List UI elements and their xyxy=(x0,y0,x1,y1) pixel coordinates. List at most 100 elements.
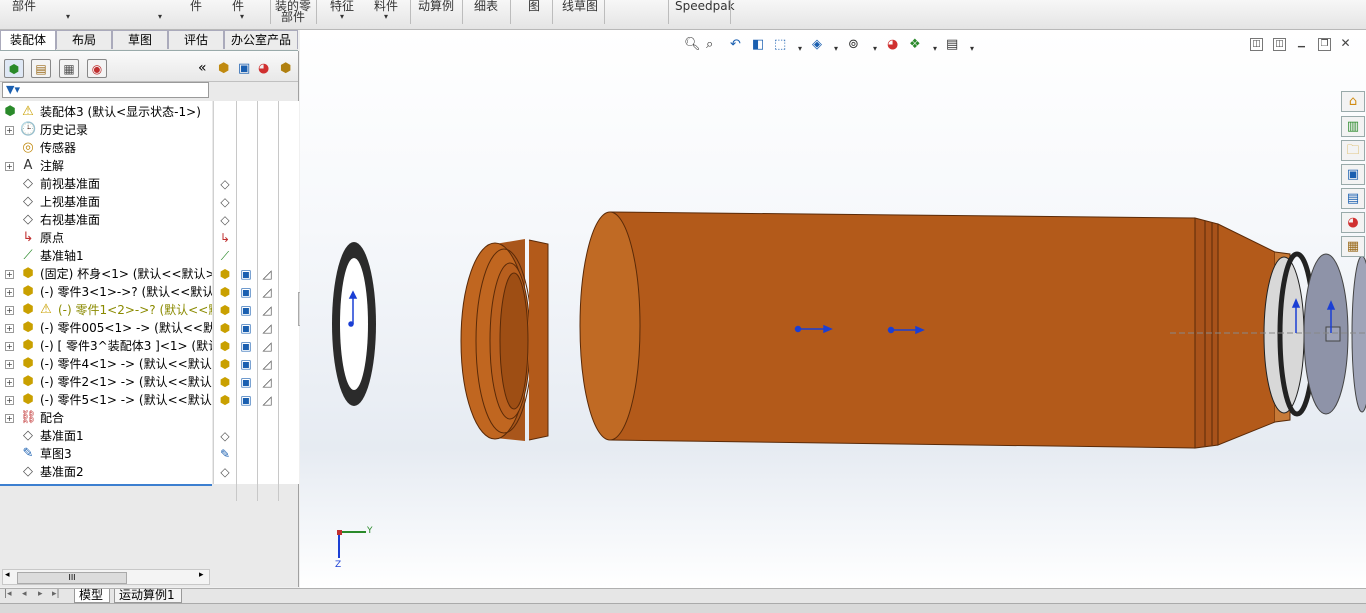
appearance-status-icon[interactable]: ◿ xyxy=(260,321,274,335)
plane-status-icon[interactable]: ◇ xyxy=(218,213,232,227)
ribbon-item-bom[interactable]: 细表 xyxy=(474,0,498,13)
display-state-icon[interactable]: ▣ xyxy=(239,375,253,389)
property-manager-icon[interactable]: ▤ xyxy=(31,59,51,78)
cube-icon[interactable]: ▣ xyxy=(238,61,250,76)
view-palette-icon[interactable]: ▣ xyxy=(1341,164,1365,185)
nav-next-icon[interactable]: ▸ xyxy=(38,589,43,599)
chevron-down-icon[interactable]: ▾ xyxy=(158,12,162,21)
expand-icon[interactable]: + xyxy=(5,378,14,387)
component-status-icon[interactable]: ⬢ xyxy=(218,321,232,335)
ribbon-item-speedpak[interactable]: Speedpak xyxy=(675,0,735,13)
appearances-scenes-icon[interactable]: ◕ xyxy=(1341,212,1365,233)
tree-item[interactable]: + ⬢ (-) 零件005<1> -> (默认<<默认 xyxy=(0,319,212,337)
expand-icon[interactable]: + xyxy=(5,414,14,423)
configuration-manager-icon[interactable]: ▦ xyxy=(59,59,79,78)
display-state-icon[interactable]: ▣ xyxy=(239,393,253,407)
appearance-status-icon[interactable]: ◿ xyxy=(260,285,274,299)
tree-item[interactable]: ⟋ 基准轴1 xyxy=(0,247,212,265)
tree-item[interactable]: + ⬢ (-) 零件4<1> -> (默认<<默认> xyxy=(0,355,212,373)
display-state-icon[interactable]: ▣ xyxy=(239,285,253,299)
display-state-icon[interactable]: ▣ xyxy=(239,303,253,317)
tab-assembly[interactable]: 装配体 xyxy=(0,30,56,50)
file-explorer-icon[interactable]: 🗀 xyxy=(1341,140,1365,161)
ribbon-item-hidden-parts-b[interactable]: 部件 xyxy=(281,11,305,24)
nav-last-icon[interactable]: ▸| xyxy=(52,589,60,599)
tree-item[interactable]: ◇ 基准面2 xyxy=(0,463,212,481)
expand-icon[interactable]: + xyxy=(5,288,14,297)
component-icon[interactable]: ⬢ xyxy=(218,61,229,76)
washer-ring[interactable] xyxy=(332,242,376,406)
appearance-status-icon[interactable]: ◿ xyxy=(260,357,274,371)
scroll-left-icon[interactable]: ◂ xyxy=(5,570,10,580)
ribbon-item-parts[interactable]: 部件 xyxy=(12,0,36,13)
plane-status-icon[interactable]: ◇ xyxy=(218,465,232,479)
chevron-down-icon[interactable]: ▾ xyxy=(340,12,344,21)
appearance-status-icon[interactable]: ◿ xyxy=(260,375,274,389)
ribbon-item-line-sketch[interactable]: 线草图 xyxy=(562,0,598,13)
assembly-model[interactable] xyxy=(300,30,1366,588)
custom-properties-icon[interactable]: ▦ xyxy=(1341,236,1365,257)
tree-filter-input[interactable]: ▼▾ xyxy=(2,82,209,98)
component-status-icon[interactable]: ⬢ xyxy=(218,339,232,353)
tab-sketch[interactable]: 草图 xyxy=(112,30,168,49)
appearance-status-icon[interactable]: ◿ xyxy=(260,303,274,317)
nav-prev-icon[interactable]: ◂ xyxy=(22,589,27,599)
tree-item[interactable]: ◎ 传感器 xyxy=(0,139,212,157)
scroll-right-icon[interactable]: ▸ xyxy=(199,570,204,580)
component-status-icon[interactable]: ⬢ xyxy=(218,375,232,389)
expand-icon[interactable]: + xyxy=(5,360,14,369)
tree-item[interactable]: + ⬢ (固定) 杯身<1> (默认<<默认>_ xyxy=(0,265,212,283)
tree-item[interactable]: + 🕒 历史记录 xyxy=(0,121,212,139)
collapse-panel-icon[interactable]: « xyxy=(198,60,207,76)
appearance-status-icon[interactable]: ◿ xyxy=(260,267,274,281)
chevron-down-icon[interactable]: ▾ xyxy=(240,12,244,21)
tree-item[interactable]: + ⬢ (-) 零件5<1> -> (默认<<默认> xyxy=(0,391,212,409)
sketch-status-icon[interactable]: ✎ xyxy=(218,447,232,461)
component-status-icon[interactable]: ⬢ xyxy=(218,303,232,317)
expand-icon[interactable]: + xyxy=(5,342,14,351)
component-status-icon[interactable]: ⬢ xyxy=(218,267,232,281)
feature-manager-icon[interactable]: ⬢ xyxy=(4,59,24,78)
plane-status-icon[interactable]: ◇ xyxy=(218,429,232,443)
design-library-icon[interactable]: ▥ xyxy=(1341,116,1365,137)
tree-item[interactable]: ↳ 原点 xyxy=(0,229,212,247)
expand-icon[interactable]: + xyxy=(5,306,14,315)
expand-icon[interactable]: + xyxy=(5,126,14,135)
tree-item[interactable]: ◇ 右视基准面 xyxy=(0,211,212,229)
tab-office-products[interactable]: 办公室产品 xyxy=(224,30,298,49)
appearance-icon[interactable]: ◕ xyxy=(258,61,269,76)
tree-item[interactable]: + ⛓ 配合 xyxy=(0,409,212,427)
ribbon-item-view[interactable]: 图 xyxy=(528,0,540,13)
plane-status-icon[interactable]: ◇ xyxy=(218,177,232,191)
display-pane-icon[interactable]: ⬢ xyxy=(280,61,291,76)
origin-status-icon[interactable]: ↳ xyxy=(218,231,232,245)
end-disc[interactable] xyxy=(1303,253,1366,415)
scroll-thumb[interactable]: III xyxy=(17,572,127,584)
tree-item[interactable]: ◇ 上视基准面 xyxy=(0,193,212,211)
display-manager-icon[interactable]: ◉ xyxy=(87,59,107,78)
graphics-area[interactable]: 🔍︎ ⌕ ↶ ◧ ⬚ ▾ ◈ ▾ ⊚ ▾ ◕ ❖ ▾ ▤ ▾ ◫ ◫ ▁ ❐ ✕ xyxy=(300,30,1366,588)
component-status-icon[interactable]: ⬢ xyxy=(218,285,232,299)
expand-icon[interactable]: + xyxy=(5,162,14,171)
tab-layout[interactable]: 布局 xyxy=(56,30,112,49)
expand-icon[interactable]: + xyxy=(5,396,14,405)
component-status-icon[interactable]: ⬢ xyxy=(218,393,232,407)
tree-item[interactable]: + A 注解 xyxy=(0,157,212,175)
property-tab-icon[interactable]: ▤ xyxy=(1341,188,1365,209)
plane-status-icon[interactable]: ◇ xyxy=(218,195,232,209)
display-state-icon[interactable]: ▣ xyxy=(239,267,253,281)
tree-item[interactable]: ✎ 草图3 xyxy=(0,445,212,463)
display-state-icon[interactable]: ▣ xyxy=(239,321,253,335)
filter-icon[interactable]: ▼▾ xyxy=(6,83,20,96)
rollback-bar[interactable] xyxy=(0,484,212,486)
tree-root[interactable]: ⬢ ⚠ 装配体3 (默认<显示状态-1>) xyxy=(0,103,212,121)
appearance-status-icon[interactable]: ◿ xyxy=(260,393,274,407)
tree-item[interactable]: + ⬢ (-) 零件3<1>->? (默认<<默认> xyxy=(0,283,212,301)
display-state-icon[interactable]: ▣ xyxy=(239,357,253,371)
tab-evaluate[interactable]: 评估 xyxy=(168,30,224,49)
tab-model[interactable]: 模型 xyxy=(74,589,110,603)
ribbon-item-motion-study[interactable]: 动算例 xyxy=(418,0,454,13)
axis-status-icon[interactable]: ⟋ xyxy=(218,249,232,263)
tab-motion-study-1[interactable]: 运动算例1 xyxy=(114,589,182,603)
cup-body[interactable] xyxy=(579,211,1291,449)
